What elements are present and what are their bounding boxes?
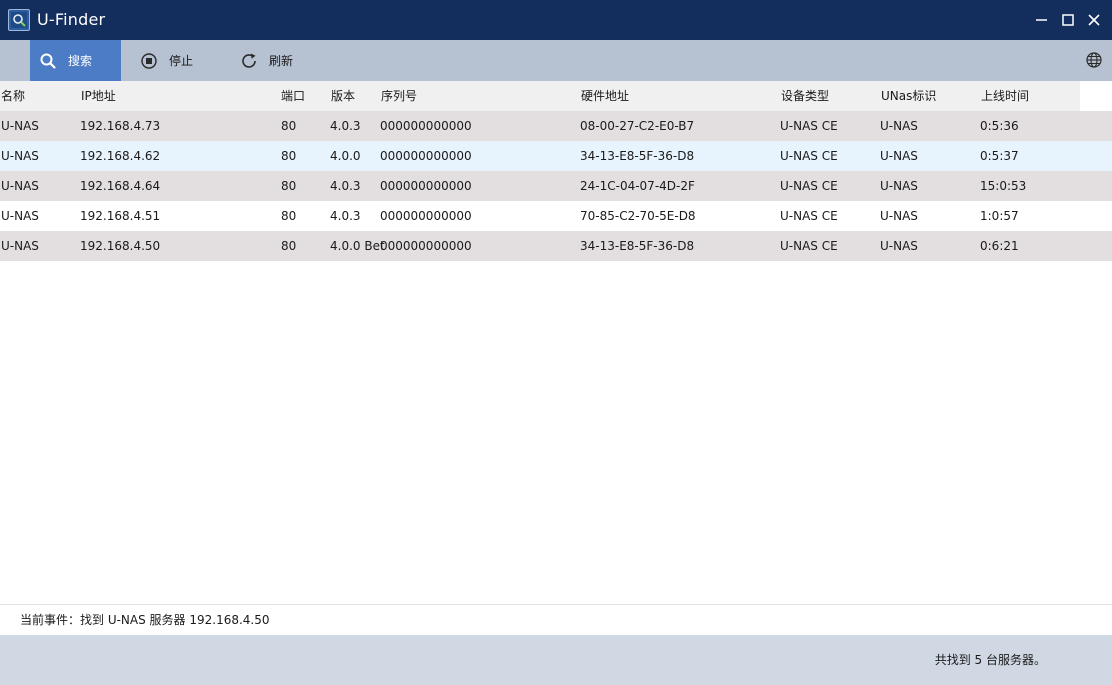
cell-ip: 192.168.4.50 <box>80 239 161 253</box>
cell-mac: 24-1C-04-07-4D-2F <box>580 179 695 193</box>
window-title: U-Finder <box>37 10 106 29</box>
server-table: 名称 IP地址 端口 版本 序列号 硬件地址 设备类型 UNas标识 上线时间 … <box>0 81 1112 604</box>
cell-device-type: U-NAS CE <box>780 239 838 253</box>
cell-device-type: U-NAS CE <box>780 179 838 193</box>
column-header-serial[interactable]: 序列号 <box>381 81 417 111</box>
cell-mac: 34-13-E8-5F-36-D8 <box>580 239 695 253</box>
cell-serial: 000000000000 <box>380 239 472 253</box>
cell-version: 4.0.3 <box>330 209 361 223</box>
search-button[interactable]: 搜索 <box>30 40 121 81</box>
cell-uptime: 0:5:36 <box>980 119 1019 133</box>
cell-name: U-NAS <box>1 119 39 133</box>
cell-unas-id: U-NAS <box>880 209 918 223</box>
column-header-ip[interactable]: IP地址 <box>81 81 116 111</box>
stop-button[interactable]: 停止 <box>131 40 221 81</box>
table-row[interactable]: U-NAS 192.168.4.64 80 4.0.3 000000000000… <box>0 171 1112 201</box>
cell-device-type: U-NAS CE <box>780 149 838 163</box>
column-header-device-type[interactable]: 设备类型 <box>781 81 829 111</box>
toolbar: 搜索 停止 刷新 <box>0 40 1112 81</box>
close-button[interactable] <box>1084 10 1104 30</box>
cell-ip: 192.168.4.64 <box>80 179 161 193</box>
cell-uptime: 1:0:57 <box>980 209 1019 223</box>
cell-port: 80 <box>281 149 297 163</box>
app-window: U-Finder 搜索 停止 刷新 名称 IP地址 端口 版本 序列号 硬件地址… <box>0 0 1112 685</box>
cell-port: 80 <box>281 179 297 193</box>
server-count-text: 共找到 5 台服务器。 <box>934 653 1046 667</box>
cell-unas-id: U-NAS <box>880 179 918 193</box>
cell-version: 4.0.0 Bet <box>330 239 385 253</box>
cell-name: U-NAS <box>1 179 39 193</box>
cell-mac: 70-85-C2-70-5E-D8 <box>580 209 696 223</box>
minimize-icon <box>1036 19 1047 21</box>
cell-uptime: 0:5:37 <box>980 149 1019 163</box>
table-row[interactable]: U-NAS 192.168.4.51 80 4.0.3 000000000000… <box>0 201 1112 231</box>
title-bar[interactable]: U-Finder <box>0 0 1112 40</box>
cell-port: 80 <box>281 239 297 253</box>
column-header-unas-id[interactable]: UNas标识 <box>881 81 936 111</box>
event-status-bar: 当前事件：找到 U-NAS 服务器 192.168.4.50 <box>0 604 1112 635</box>
cell-version: 4.0.0 <box>330 149 361 163</box>
cell-version: 4.0.3 <box>330 179 361 193</box>
refresh-button[interactable]: 刷新 <box>231 40 321 81</box>
footer-bar: 共找到 5 台服务器。 <box>0 635 1112 685</box>
close-icon <box>1088 14 1100 26</box>
cell-ip: 192.168.4.73 <box>80 119 161 133</box>
column-header-version[interactable]: 版本 <box>331 81 355 111</box>
cell-serial: 000000000000 <box>380 209 472 223</box>
cell-unas-id: U-NAS <box>880 239 918 253</box>
cell-ip: 192.168.4.51 <box>80 209 161 223</box>
current-event-text: 当前事件：找到 U-NAS 服务器 192.168.4.50 <box>20 613 270 627</box>
cell-mac: 08-00-27-C2-E0-B7 <box>580 119 695 133</box>
cell-unas-id: U-NAS <box>880 119 918 133</box>
cell-ip: 192.168.4.62 <box>80 149 161 163</box>
table-header: 名称 IP地址 端口 版本 序列号 硬件地址 设备类型 UNas标识 上线时间 <box>0 81 1080 111</box>
cell-device-type: U-NAS CE <box>780 119 838 133</box>
search-button-label: 搜索 <box>68 54 93 68</box>
cell-uptime: 0:6:21 <box>980 239 1019 253</box>
maximize-button[interactable] <box>1058 10 1078 30</box>
cell-name: U-NAS <box>1 209 39 223</box>
cell-port: 80 <box>281 209 297 223</box>
column-header-port[interactable]: 端口 <box>281 81 305 111</box>
table-row[interactable]: U-NAS 192.168.4.50 80 4.0.0 Bet 00000000… <box>0 231 1112 261</box>
cell-mac: 34-13-E8-5F-36-D8 <box>580 149 695 163</box>
column-header-mac[interactable]: 硬件地址 <box>581 81 629 111</box>
app-magnifier-icon <box>8 9 30 31</box>
cell-name: U-NAS <box>1 149 39 163</box>
cell-name: U-NAS <box>1 239 39 253</box>
cell-port: 80 <box>281 119 297 133</box>
refresh-icon <box>242 53 256 68</box>
cell-version: 4.0.3 <box>330 119 361 133</box>
maximize-icon <box>1062 14 1074 26</box>
minimize-button[interactable] <box>1032 10 1052 30</box>
cell-unas-id: U-NAS <box>880 149 918 163</box>
cell-device-type: U-NAS CE <box>780 209 838 223</box>
stop-icon <box>141 52 157 69</box>
table-row[interactable]: U-NAS 192.168.4.73 80 4.0.3 000000000000… <box>0 111 1112 141</box>
table-row[interactable]: U-NAS 192.168.4.62 80 4.0.0 000000000000… <box>0 141 1112 171</box>
cell-serial: 000000000000 <box>380 149 472 163</box>
refresh-button-label: 刷新 <box>269 54 294 68</box>
stop-button-label: 停止 <box>169 54 194 68</box>
globe-icon[interactable] <box>1085 51 1103 69</box>
column-header-name[interactable]: 名称 <box>1 81 25 111</box>
cell-serial: 000000000000 <box>380 119 472 133</box>
column-header-uptime[interactable]: 上线时间 <box>981 81 1029 111</box>
cell-uptime: 15:0:53 <box>980 179 1027 193</box>
cell-serial: 000000000000 <box>380 179 472 193</box>
search-icon <box>40 53 56 69</box>
